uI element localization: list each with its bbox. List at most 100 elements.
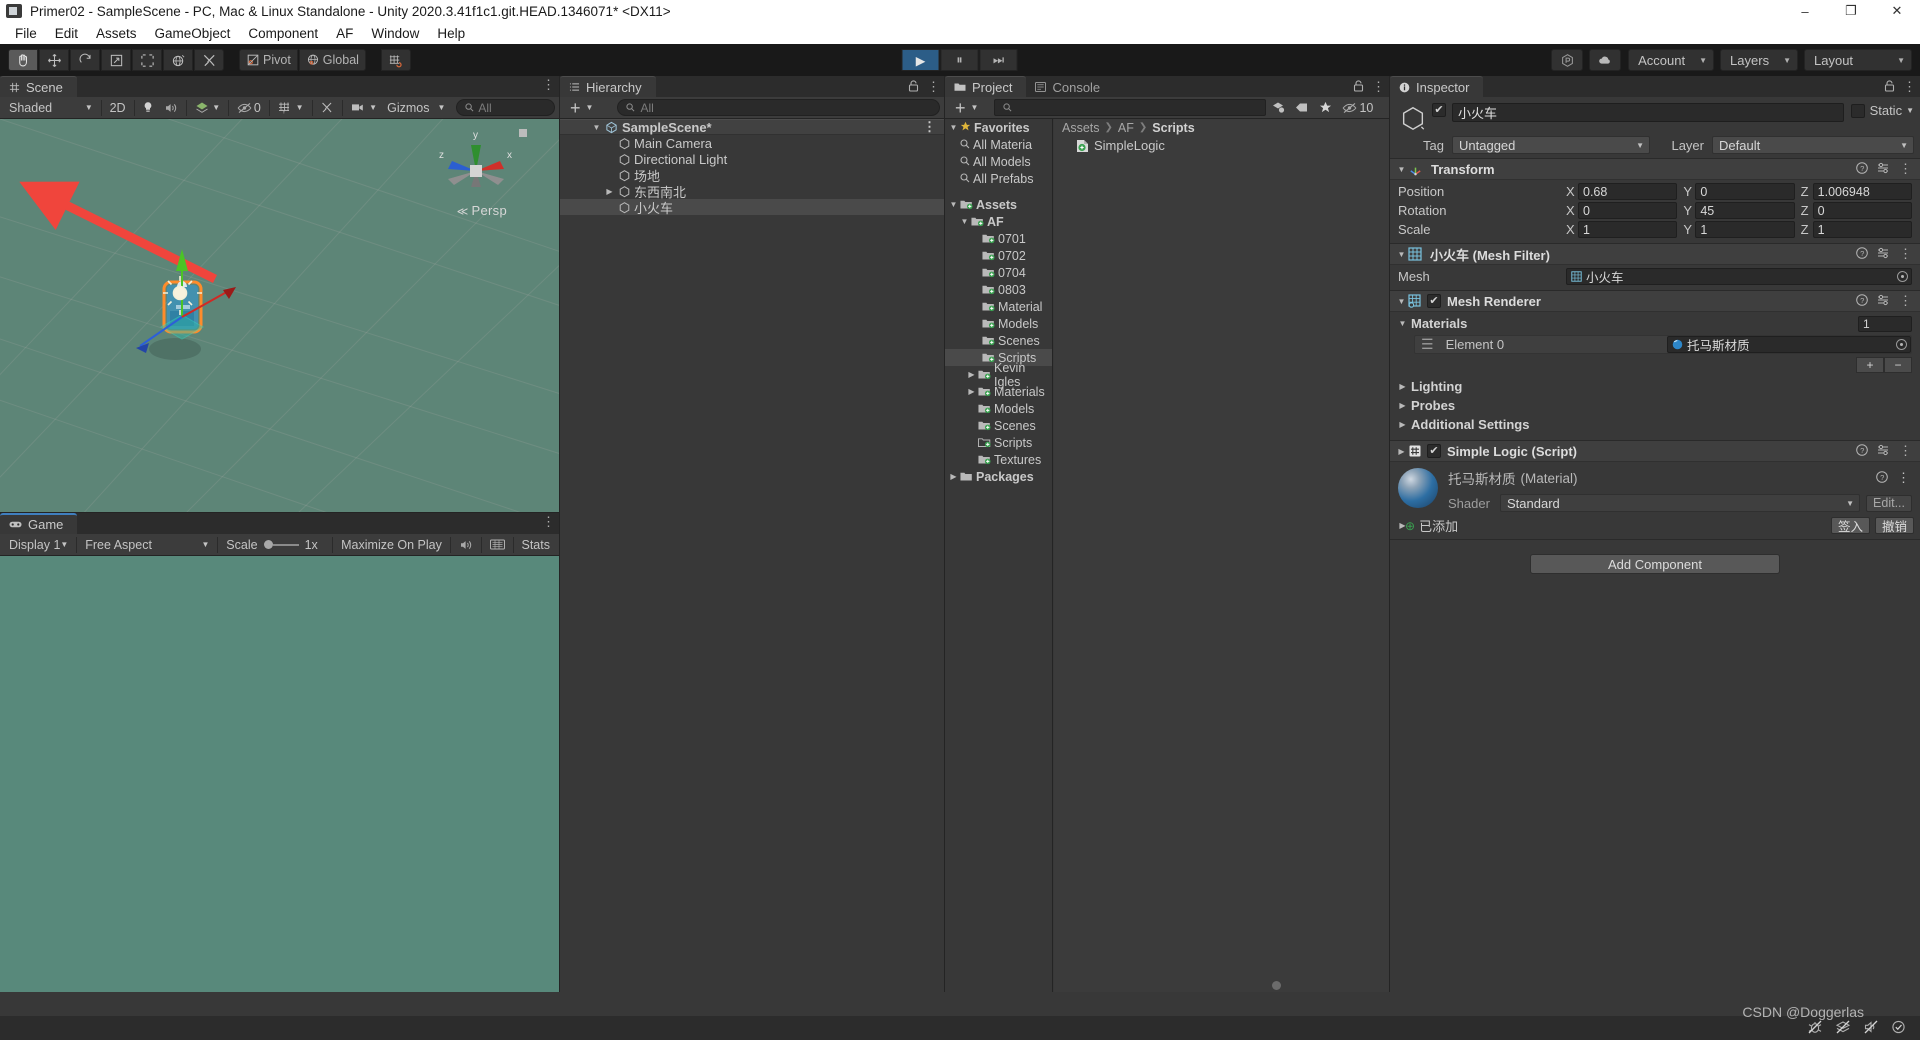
rotation-x-input[interactable]: 0	[1578, 202, 1678, 219]
hierarchy-search-input[interactable]: All	[617, 99, 940, 116]
game-mute-audio-toggle[interactable]	[454, 536, 478, 554]
project-tree-item-kevin-igles[interactable]: ▶ Kevin Igles	[945, 361, 1052, 389]
layer-dropdown[interactable]: Default ▼	[1712, 136, 1914, 154]
mesh-filter-menu-icon[interactable]: ⋮	[1899, 247, 1912, 260]
scale-y-input[interactable]: 1	[1695, 221, 1795, 238]
tab-console[interactable]: Console	[1026, 76, 1115, 97]
rotate-tool-button[interactable]	[70, 49, 100, 71]
hierarchy-item-dongxinanbei[interactable]: ▶ 东西南北	[560, 183, 944, 200]
object-active-checkbox[interactable]: ✔	[1432, 103, 1446, 117]
scene-menu-icon[interactable]: ⋮	[542, 78, 555, 91]
project-tree-item-af-material[interactable]: Material	[945, 298, 1052, 315]
project-tree-item-0702[interactable]: 0702	[945, 247, 1052, 264]
tag-dropdown[interactable]: Untagged ▼	[1452, 136, 1650, 154]
panel-divider[interactable]	[1389, 76, 1390, 992]
menu-item-gameobject[interactable]: GameObject	[146, 24, 240, 43]
scene-projection-label[interactable]: ≪ Persp	[457, 203, 507, 218]
material-object-field[interactable]: 托马斯材质	[1667, 336, 1911, 353]
object-picker-icon[interactable]	[1896, 339, 1907, 350]
object-picker-icon[interactable]	[1897, 271, 1908, 282]
play-button[interactable]: ▶	[901, 49, 940, 71]
project-filter-by-type-button[interactable]	[1266, 99, 1290, 117]
project-tree-item-all-materials[interactable]: All Materia	[945, 136, 1052, 153]
global-toggle-button[interactable]: Global	[298, 49, 366, 71]
panel-divider[interactable]	[0, 512, 559, 513]
project-favorites-button[interactable]	[1314, 99, 1337, 117]
inspector-menu-icon[interactable]: ⋮	[1903, 80, 1916, 93]
scene-search-input[interactable]: All	[456, 99, 556, 116]
project-tree-item-models[interactable]: Models	[945, 400, 1052, 417]
game-menu-icon[interactable]: ⋮	[542, 515, 555, 528]
preset-icon[interactable]	[1877, 161, 1890, 177]
project-filter-by-label-button[interactable]	[1290, 99, 1314, 117]
project-tree-item-packages[interactable]: ▶ Packages	[945, 468, 1052, 485]
lock-icon[interactable]	[908, 79, 919, 95]
hand-tool-button[interactable]	[8, 49, 38, 71]
mesh-renderer-menu-icon[interactable]: ⋮	[1899, 294, 1912, 307]
account-dropdown[interactable]: Account ▼	[1628, 49, 1715, 71]
scale-x-input[interactable]: 1	[1578, 221, 1678, 238]
chevron-down-icon[interactable]: ▼	[1395, 250, 1408, 259]
menu-item-assets[interactable]: Assets	[87, 24, 146, 43]
bug-off-icon[interactable]	[1807, 1020, 1823, 1037]
scale-tool-button[interactable]	[101, 49, 131, 71]
chevron-right-icon[interactable]: ▶	[1396, 382, 1409, 391]
project-hidden-count[interactable]: 10	[1337, 99, 1378, 117]
help-icon[interactable]: ?	[1856, 443, 1868, 459]
mesh-renderer-header[interactable]: ▼ ✔ Mesh Renderer ? ⋮	[1390, 291, 1920, 312]
tab-game[interactable]: Game	[0, 513, 78, 534]
menu-item-file[interactable]: File	[6, 24, 46, 43]
mesh-filter-header[interactable]: ▼ 小火车 (Mesh Filter) ? ⋮	[1390, 244, 1920, 265]
project-tree-item-favorites[interactable]: ▼ Favorites	[945, 119, 1052, 136]
menu-item-af[interactable]: AF	[327, 24, 362, 43]
additional-settings-section[interactable]: ▶ Additional Settings	[1396, 415, 1912, 434]
add-component-button[interactable]: Add Component	[1530, 554, 1780, 574]
tab-inspector[interactable]: Inspector	[1390, 76, 1484, 97]
collab-button[interactable]	[1551, 49, 1584, 71]
scene-camera-settings[interactable]: ▼	[346, 99, 382, 117]
chevron-right-icon[interactable]: ▶	[1395, 447, 1408, 456]
scale-z-input[interactable]: 1	[1812, 221, 1912, 238]
lock-icon[interactable]	[1353, 79, 1364, 95]
project-tree-item-textures[interactable]: Textures	[945, 451, 1052, 468]
chevron-down-icon[interactable]: ▼	[1395, 165, 1408, 174]
close-button[interactable]: ✕	[1874, 0, 1920, 22]
cloud-button[interactable]	[1589, 49, 1622, 71]
position-x-input[interactable]: 0.68	[1578, 183, 1678, 200]
chevron-right-icon[interactable]: ▶	[1396, 420, 1409, 429]
layers-dropdown[interactable]: Layers ▼	[1720, 49, 1798, 71]
transform-menu-icon[interactable]: ⋮	[1899, 162, 1912, 175]
minimize-button[interactable]: –	[1782, 0, 1828, 22]
hierarchy-scene-row[interactable]: ▼ SampleScene* ⋮	[560, 119, 944, 135]
object-name-input[interactable]: 小火车	[1452, 103, 1844, 122]
menu-item-edit[interactable]: Edit	[46, 24, 87, 43]
scene-fx-toggle[interactable]: ▼	[190, 99, 225, 117]
mesh-object-field[interactable]: 小火车	[1566, 268, 1912, 285]
chevron-down-icon[interactable]: ▼	[947, 200, 960, 209]
rect-tool-button[interactable]	[132, 49, 162, 71]
help-icon[interactable]: ?	[1856, 246, 1868, 262]
project-tree-item-0701[interactable]: 0701	[945, 230, 1052, 247]
chevron-right-icon[interactable]: ▶	[1396, 401, 1409, 410]
move-tool-button[interactable]	[39, 49, 69, 71]
project-asset-browser[interactable]: Assets ❯ AF ❯ Scripts SimpleLogic	[1054, 119, 1389, 992]
project-tree-item-0704[interactable]: 0704	[945, 264, 1052, 281]
breadcrumb-assets[interactable]: Assets	[1062, 121, 1100, 135]
menu-item-component[interactable]: Component	[239, 24, 327, 43]
menu-item-window[interactable]: Window	[362, 24, 428, 43]
project-add-button[interactable]: + ▼	[953, 99, 980, 117]
breadcrumb-scripts[interactable]: Scripts	[1152, 121, 1194, 135]
layout-dropdown[interactable]: Layout ▼	[1804, 49, 1912, 71]
hierarchy-item-directional-light[interactable]: Directional Light	[560, 151, 944, 167]
chevron-right-icon[interactable]: ▶	[965, 370, 978, 379]
simple-logic-enabled-checkbox[interactable]: ✔	[1427, 444, 1441, 458]
scene-hidden-objects-toggle[interactable]: 0	[232, 99, 266, 117]
tab-hierarchy[interactable]: Hierarchy	[560, 76, 656, 97]
custom-tool-button[interactable]	[194, 49, 224, 71]
position-z-input[interactable]: 1.006948	[1812, 183, 1912, 200]
hierarchy-scene-menu-icon[interactable]: ⋮	[923, 120, 936, 133]
project-zoom-slider[interactable]	[1163, 978, 1389, 992]
materials-count-input[interactable]: 1	[1858, 315, 1912, 332]
grid-snap-button[interactable]	[380, 49, 411, 71]
game-aspect-dropdown[interactable]: Free Aspect ▼	[80, 536, 214, 554]
